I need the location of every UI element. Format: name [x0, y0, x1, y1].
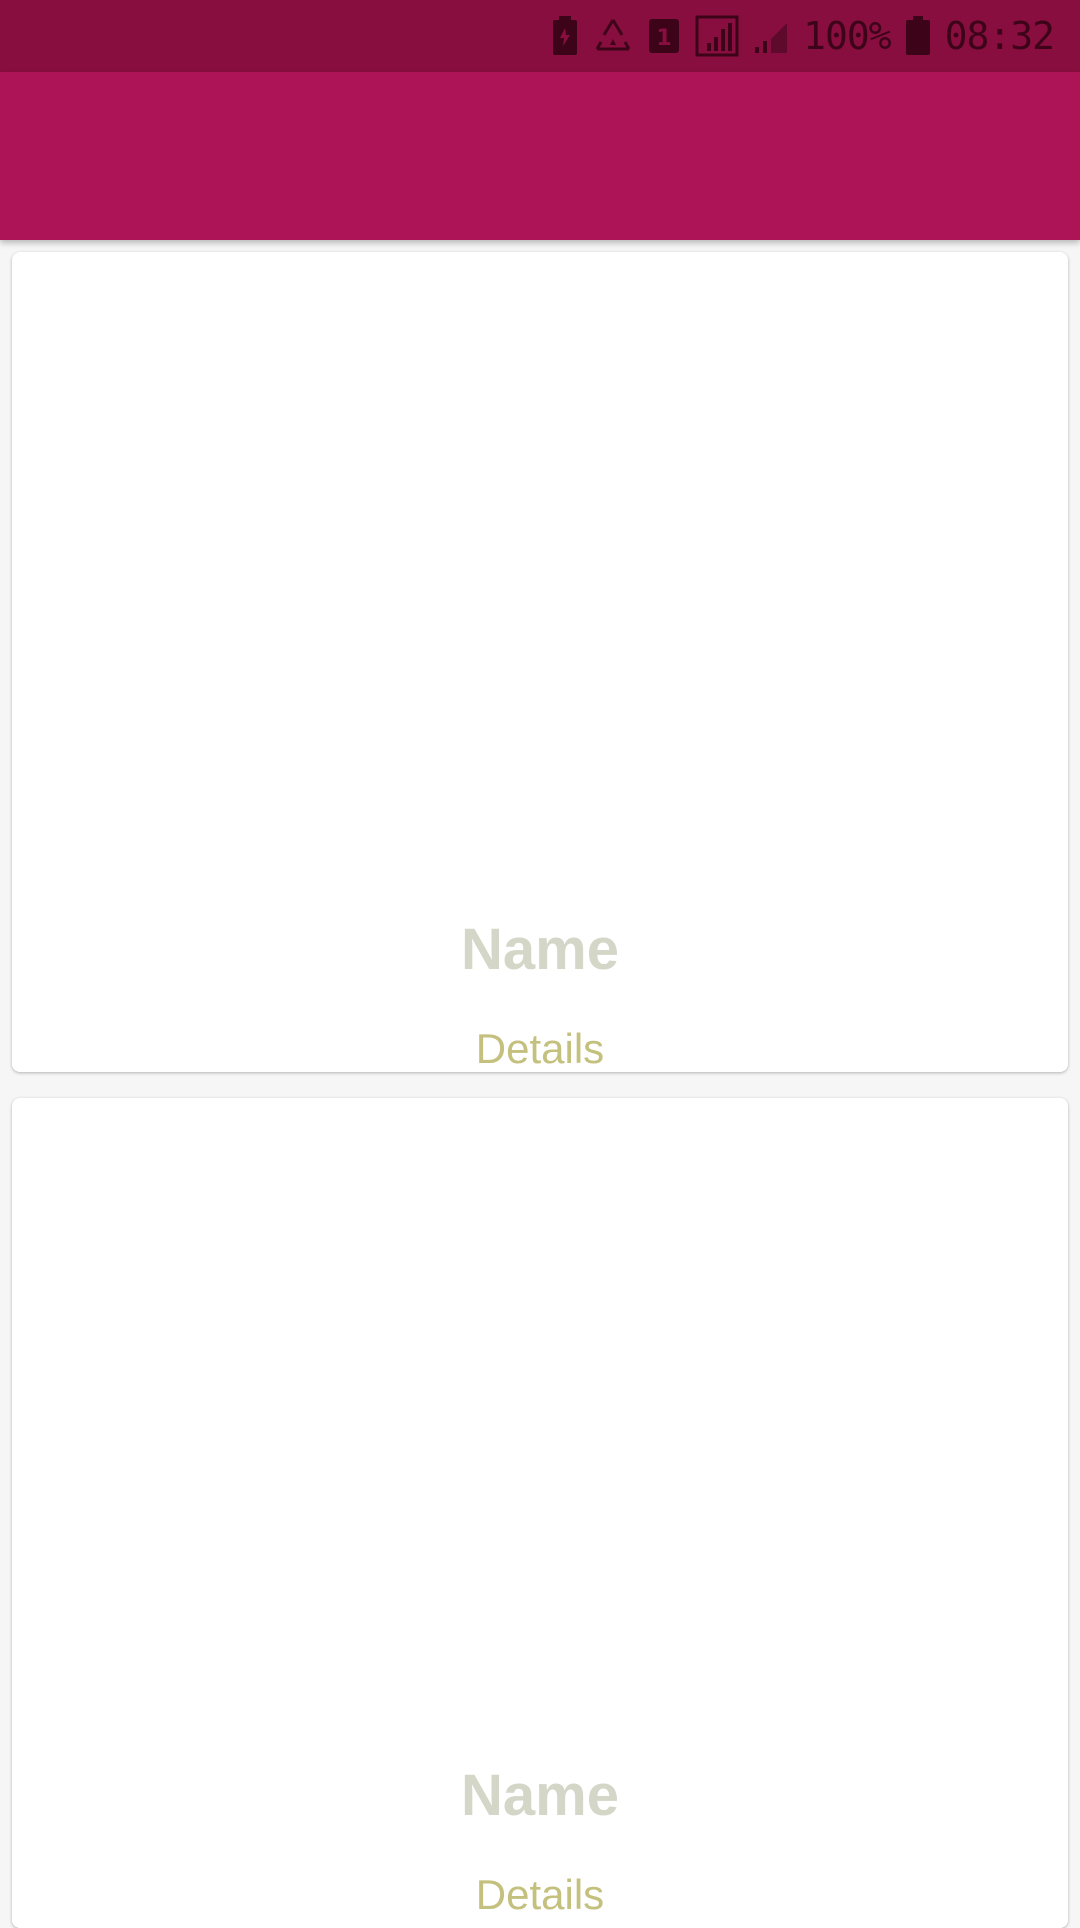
signal-weak-icon [753, 17, 789, 55]
sim-1-icon: 1 [647, 17, 681, 55]
svg-text:1: 1 [656, 26, 671, 51]
card[interactable]: Name Details [12, 252, 1068, 1072]
card-image-placeholder [12, 1098, 1068, 1738]
card[interactable]: Name Details [12, 1098, 1068, 1928]
recycle-icon [593, 17, 633, 55]
card-name: Name [461, 917, 619, 982]
app-bar [0, 72, 1080, 240]
signal-icon [695, 15, 739, 57]
clock: 08:32 [944, 14, 1055, 58]
card-details: Details [475, 1871, 605, 1918]
battery-icon [905, 16, 931, 56]
card-details: Details [475, 1025, 605, 1072]
battery-saver-icon [551, 16, 579, 56]
status-bar: 1 100% 08:32 [0, 0, 1080, 72]
card-image-placeholder [12, 252, 1068, 892]
card-name: Name [461, 1763, 619, 1828]
battery-percent: 100% [803, 14, 892, 58]
